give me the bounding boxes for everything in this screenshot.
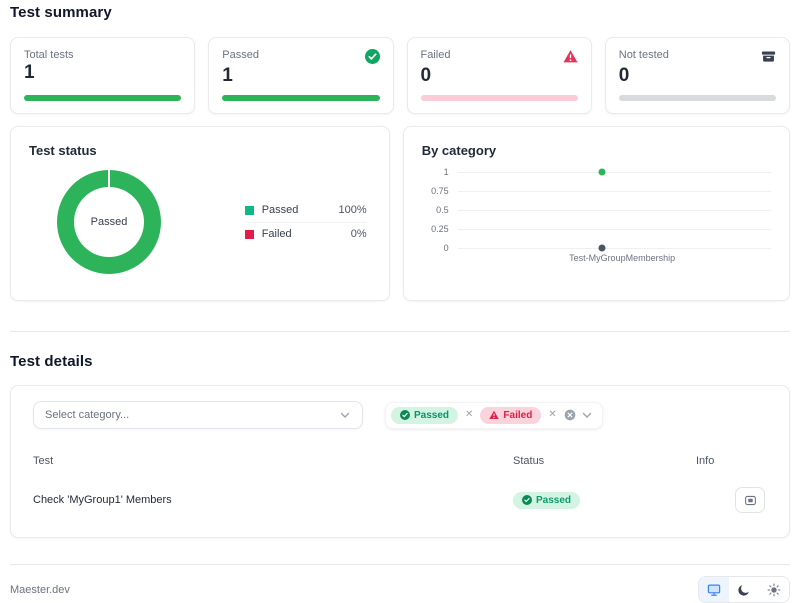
section-divider [10,331,790,332]
details-panel-icon [744,495,756,505]
stat-card-passed: Passed 1 [208,37,394,114]
scatter-dot-layer [467,168,767,252]
footer: Maester.dev [10,564,790,603]
summary-cards: Total tests 1 Passed 1 Failed 0 Not test… [10,37,790,114]
chevron-down-icon [339,409,351,421]
filter-chip-label: Passed [414,409,450,421]
filter-row: Select category... Passed ✕ Failed ✕ [33,401,767,429]
stat-card-header: Passed [222,49,380,64]
legend-value: 0% [350,228,367,240]
sun-icon [767,583,781,596]
test-status-title: Test status [29,143,97,158]
stat-label: Total tests [24,49,74,61]
monitor-icon [707,583,721,596]
light-theme-button[interactable] [759,577,789,602]
data-point-passed [598,168,606,176]
by-category-panel: By category 1 0.75 0.5 0.25 0 Test-MyGro… [402,126,790,301]
check-circle-icon [400,410,410,420]
filter-dropdown-chevron-icon[interactable] [581,409,593,421]
test-name: Check 'MyGroup1' Members [33,494,172,506]
x-axis: Test-MyGroupMembership [467,253,800,267]
stat-label: Failed [420,49,451,61]
donut-center-label: Passed [90,216,128,228]
status-badge: Passed [513,491,581,509]
y-tick-label: 0.75 [431,186,449,196]
donut-legend: Passed 100% Failed 0% [244,199,367,246]
progress-bar [618,95,776,101]
x-axis-label: Test-MyGroupMembership [569,253,676,263]
status-filter-group[interactable]: Passed ✕ Failed ✕ [385,401,603,429]
stat-value: 1 [222,65,233,86]
check-circle-icon [364,49,380,64]
system-theme-button[interactable] [699,577,729,602]
charts-row: Test status Passed Passed 100% Failed 0%… [10,126,790,301]
stat-label: Not tested [618,49,669,61]
data-point-failed [598,244,606,252]
stat-value: 0 [618,65,630,86]
dashboard: Test summary Total tests 1 Passed 1 Fail… [0,0,800,603]
y-tick-label: 0.25 [431,224,449,234]
test-summary-heading: Test summary [10,4,112,21]
check-circle-icon [522,495,532,505]
filter-chip-label: Failed [503,409,533,421]
remove-failed-filter-button[interactable]: ✕ [546,410,558,420]
stat-value: 1 [24,62,35,83]
legend-item-failed: Failed 0% [244,223,367,246]
y-tick-label: 0.5 [436,205,449,215]
column-header-info: Info [696,455,715,467]
test-status-panel: Test status Passed Passed 100% Failed 0% [10,126,390,301]
clear-filters-button[interactable] [564,409,576,421]
filter-chip-passed[interactable]: Passed [391,406,459,424]
column-header-status: Status [513,455,545,467]
test-status-body: Passed Passed 100% Failed 0% [29,170,371,274]
stat-label: Passed [222,49,259,61]
by-category-title: By category [421,143,497,158]
column-header-test: Test [33,455,54,467]
legend-label: Failed [261,228,292,240]
legend-swatch-passed [244,205,254,215]
progress-bar [24,95,182,101]
category-select-placeholder: Select category... [45,409,130,421]
brand-link[interactable]: Maester.dev [10,584,70,596]
y-tick-label: 1 [443,167,449,177]
test-details-card: Select category... Passed ✕ Failed ✕ Tes… [10,385,790,538]
legend-swatch-failed [244,229,254,239]
legend-value: 100% [338,204,367,216]
stat-card-header: Total tests [24,49,181,61]
alert-triangle-icon [489,410,500,419]
legend-label: Passed [261,204,299,216]
alert-triangle-icon [563,49,578,64]
dark-theme-button[interactable] [729,577,759,602]
info-button[interactable] [735,487,765,513]
progress-bar [420,95,578,101]
progress-bar [222,95,380,101]
by-category-chart: 1 0.75 0.5 0.25 0 Test-MyGroupMembership [422,167,771,267]
status-badge-label: Passed [536,494,572,506]
stat-value: 0 [420,65,432,86]
category-select[interactable]: Select category... [33,401,363,429]
filter-chip-failed[interactable]: Failed [480,406,542,424]
stat-card-header: Failed [421,49,578,64]
test-results-table: Test Status Info Check 'MyGroup1' Member… [33,447,767,517]
scatter-plot: 1 0.75 0.5 0.25 0 [422,167,771,253]
test-details-heading: Test details [10,353,93,370]
remove-passed-filter-button[interactable]: ✕ [463,410,475,420]
stat-card-total-tests: Total tests 1 [10,37,196,114]
table-row: Check 'MyGroup1' Members Passed [33,481,767,517]
stat-card-failed: Failed 0 [406,37,592,114]
theme-switcher [698,576,790,603]
archive-icon [761,49,776,64]
stat-card-header: Not tested [619,49,776,64]
y-tick-label: 0 [443,243,449,253]
table-header-row: Test Status Info [33,447,767,481]
moon-icon [738,584,749,596]
donut-chart: Passed [57,170,161,274]
legend-item-passed: Passed 100% [244,199,367,222]
stat-card-not-tested: Not tested 0 [604,37,790,114]
